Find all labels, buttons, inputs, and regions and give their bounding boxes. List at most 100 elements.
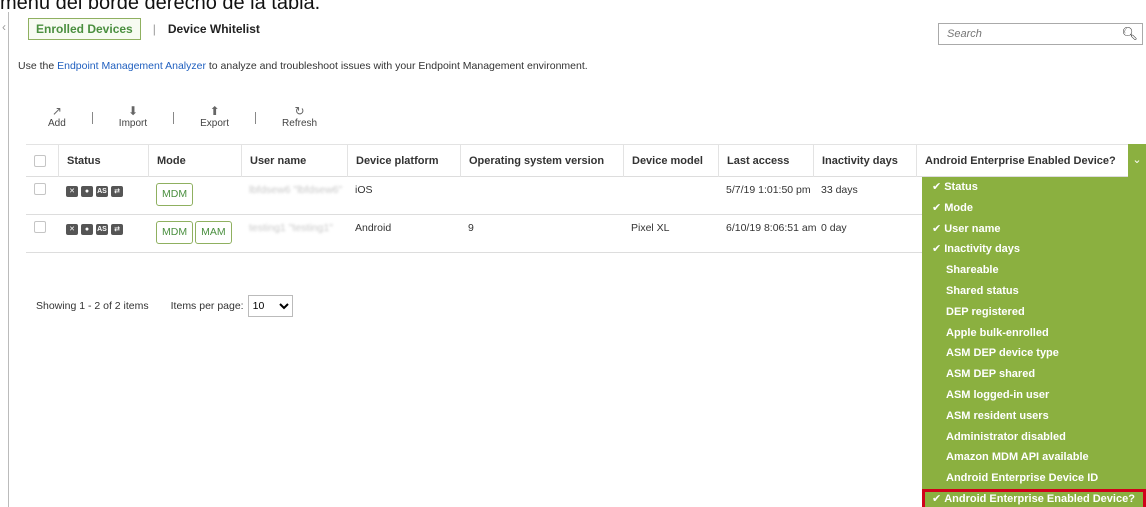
- toolbar-divider: [91, 112, 93, 124]
- header-platform[interactable]: Device platform: [347, 144, 460, 177]
- info-text: Use the Endpoint Management Analyzer to …: [18, 60, 588, 72]
- showing-text: Showing 1 - 2 of 2 items: [36, 300, 149, 312]
- header-username[interactable]: User name: [241, 144, 347, 177]
- column-option-amazon-mdm-api[interactable]: Amazon MDM API available: [922, 447, 1146, 468]
- search-box: 🔍︎: [938, 23, 1143, 45]
- column-option-label: ASM DEP shared: [946, 368, 1036, 381]
- mode-badge-mdm: MDM: [156, 183, 194, 206]
- status-icons: ✕ ● AS ⇄: [66, 224, 148, 235]
- add-button[interactable]: ↗ Add: [48, 104, 66, 129]
- header-inactivity-days[interactable]: Inactivity days: [813, 144, 916, 177]
- header-status[interactable]: Status: [58, 144, 148, 177]
- header-last-access[interactable]: Last access: [718, 144, 813, 177]
- import-label: Import: [118, 118, 148, 129]
- column-option-label: Android Enterprise Device ID: [946, 472, 1099, 485]
- refresh-button[interactable]: ↻ Refresh: [282, 104, 317, 129]
- column-option-label: Administrator disabled: [946, 430, 1066, 443]
- column-option-label: DEP registered: [946, 305, 1025, 318]
- platform-cell: Android: [355, 222, 392, 234]
- analyzer-link[interactable]: Endpoint Management Analyzer: [57, 60, 206, 72]
- status-cell: ✕ ● AS ⇄: [58, 221, 148, 235]
- as-icon: AS: [96, 186, 108, 197]
- column-option-asm-resident-users[interactable]: ASM resident users: [922, 406, 1146, 427]
- checkmark-icon: ✔: [932, 492, 942, 505]
- as-icon: AS: [96, 224, 108, 235]
- table-row[interactable]: ✕ ● AS ⇄ MDM lbfdsew6 "lbfdsew6" iOS 5/7…: [26, 177, 922, 215]
- refresh-icon: ↻: [294, 104, 305, 118]
- column-option-label: ASM resident users: [946, 409, 1049, 422]
- column-option-label: User name: [944, 222, 1001, 235]
- column-option-label: ASM DEP device type: [946, 347, 1059, 360]
- refresh-label: Refresh: [282, 118, 318, 129]
- column-chooser-chevron-icon[interactable]: ⌄: [1128, 144, 1146, 177]
- row-checkbox[interactable]: [34, 183, 46, 195]
- import-button[interactable]: ⬇ Import: [119, 104, 147, 129]
- pagination: Showing 1 - 2 of 2 items Items per page:…: [36, 295, 293, 317]
- toolbar: ↗ Add ⬇ Import ⬆ Export ↻ Refresh: [48, 104, 317, 129]
- checkmark-icon: ✔: [932, 243, 942, 256]
- status-icons: ✕ ● AS ⇄: [66, 186, 148, 197]
- checkmark-icon: ✔: [932, 181, 942, 193]
- column-option-mode[interactable]: ✔ Mode: [922, 198, 1146, 219]
- column-option-inactivity-days[interactable]: ✔ Inactivity days: [922, 239, 1146, 260]
- select-all-checkbox[interactable]: [34, 154, 46, 167]
- export-label: Export: [200, 118, 230, 129]
- tab-enrolled-devices[interactable]: Enrolled Devices: [28, 18, 141, 40]
- column-option-label: Mode: [944, 201, 973, 214]
- back-chevron-icon[interactable]: ‹: [2, 20, 12, 40]
- last-access-cell: 6/10/19 8:06:51 am: [726, 222, 817, 234]
- row-select-cell: [26, 221, 58, 233]
- mode-badge-mdm: MDM: [156, 221, 194, 244]
- table-header: Status Mode User name Device platform Op…: [26, 144, 1132, 177]
- column-option-asm-dep-shared[interactable]: ASM DEP shared: [922, 364, 1146, 385]
- page-size-select[interactable]: 10: [247, 295, 293, 317]
- search-icon[interactable]: 🔍︎: [1121, 26, 1138, 42]
- checkmark-icon: ✔: [932, 201, 942, 214]
- column-option-shared-status[interactable]: Shared status: [922, 281, 1146, 302]
- column-option-status[interactable]: ✔ Status: [922, 177, 1146, 198]
- info-prefix: Use the: [18, 60, 58, 72]
- column-option-label: Status: [944, 181, 978, 193]
- column-option-shareable[interactable]: Shareable: [922, 260, 1146, 281]
- search-input[interactable]: [939, 24, 1119, 44]
- column-option-username[interactable]: ✔ User name: [922, 219, 1146, 240]
- lock-icon: ●: [81, 186, 93, 197]
- row-select-cell: [26, 183, 58, 195]
- header-os-version[interactable]: Operating system version: [460, 144, 623, 177]
- export-icon: ⬆: [209, 104, 220, 118]
- username-cell: lbfdsew6 "lbfdsew6": [241, 183, 347, 198]
- phone-icon: ✕: [66, 224, 78, 235]
- column-option-label: Inactivity days: [944, 243, 1021, 256]
- table-row[interactable]: ✕ ● AS ⇄ MDM MAM testing1 "testing1" Andr…: [26, 215, 922, 253]
- inactivity-cell: 0 day: [821, 222, 847, 234]
- column-option-android-enterprise-enabled[interactable]: ✔ Android Enterprise Enabled Device?: [922, 488, 1146, 507]
- tab-device-whitelist[interactable]: Device Whitelist: [168, 22, 260, 36]
- column-option-label: Apple bulk-enrolled: [946, 326, 1049, 339]
- items-per-page-label: Items per page:: [170, 300, 244, 312]
- checkmark-icon: ✔: [932, 222, 942, 235]
- column-option-asm-dep-device-type[interactable]: ASM DEP device type: [922, 343, 1146, 364]
- column-option-android-enterprise-device-id[interactable]: Android Enterprise Device ID: [922, 468, 1146, 489]
- row-checkbox[interactable]: [34, 221, 46, 233]
- lock-icon: ●: [81, 224, 93, 235]
- column-option-administrator-disabled[interactable]: Administrator disabled: [922, 427, 1146, 448]
- import-icon: ⬇: [127, 104, 138, 118]
- device-model-cell: Pixel XL: [631, 222, 670, 234]
- toolbar-divider: [173, 112, 175, 124]
- column-option-label: Android Enterprise Enabled Device?: [944, 492, 1135, 505]
- column-option-label: Shareable: [946, 264, 999, 277]
- shuffle-icon: ⇄: [111, 186, 123, 197]
- column-option-dep-registered[interactable]: DEP registered: [922, 302, 1146, 323]
- column-option-apple-bulk-enrolled[interactable]: Apple bulk-enrolled: [922, 323, 1146, 344]
- column-option-asm-logged-in-user[interactable]: ASM logged-in user: [922, 385, 1146, 406]
- last-access-cell: 5/7/19 1:01:50 pm: [726, 184, 811, 196]
- header-mode[interactable]: Mode: [148, 144, 241, 177]
- header-device-model[interactable]: Device model: [623, 144, 718, 177]
- export-button[interactable]: ⬆ Export: [200, 104, 229, 129]
- mode-cell: MDM: [148, 183, 241, 206]
- column-chooser-menu: ✔ Status ✔ Mode ✔ User name ✔ Inactivity day…: [922, 177, 1146, 507]
- mode-cell: MDM MAM: [148, 221, 241, 244]
- os-version-cell: 9: [468, 222, 474, 234]
- header-android-enterprise[interactable]: Android Enterprise Enabled Device?: [916, 144, 1132, 177]
- column-option-label: Amazon MDM API available: [946, 451, 1089, 464]
